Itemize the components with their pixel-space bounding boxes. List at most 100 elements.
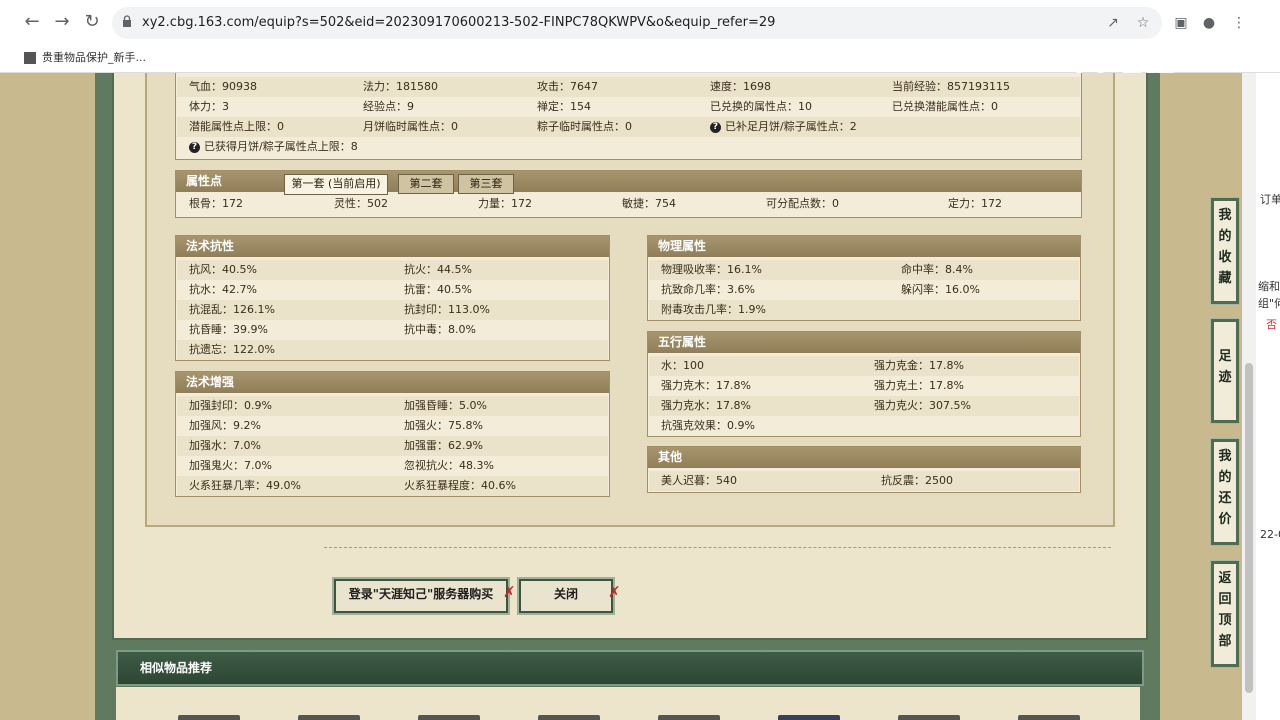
element-vs-fire: 强力克火：307.5%	[874, 399, 971, 412]
bookmark-favicon-icon	[24, 52, 36, 64]
physical-box: 物理属性 物理吸收率：16.1% 命中率：8.4% 抗致命几率：3.6% 躲闪率…	[647, 235, 1081, 321]
tab-set-3[interactable]: 第三套	[458, 174, 514, 194]
adjacent-window-strip: 订单 缩和 组"何 否 22-0	[1256, 73, 1280, 720]
help-icon[interactable]: ?	[189, 141, 200, 153]
menu-kebab-icon[interactable]: ⋮	[1230, 14, 1248, 32]
address-bar[interactable]: xy2.cbg.163.com/equip?s=502&eid=20230917…	[112, 7, 1162, 39]
recommend-title: 相似物品推荐	[140, 661, 213, 675]
element-row: 水：100 强力克金：17.8%	[649, 356, 1079, 376]
sidepanel-icon[interactable]: ▣	[1172, 14, 1190, 32]
my-favorites-button[interactable]: 我的收藏	[1211, 198, 1239, 304]
boost-ghost-fire: 加强鬼火：7.0%	[189, 459, 272, 472]
share-icon[interactable]: ↗	[1104, 14, 1122, 32]
recommend-item-thumb[interactable]	[298, 715, 360, 720]
basic-stats-box: 气血：90938 法力：181580 攻击：7647 速度：1698 当前经验：…	[175, 73, 1082, 160]
tab-set-1[interactable]: 第一套 (当前启用)	[284, 174, 388, 195]
recommend-item-thumb[interactable]	[538, 715, 600, 720]
attr-agility: 敏捷：754	[622, 197, 676, 210]
element-row: 强力克木：17.8% 强力克土：17.8%	[649, 376, 1079, 396]
recommend-header: 相似物品推荐	[116, 650, 1144, 686]
other-header: 其他	[648, 447, 1080, 468]
bookmark-item[interactable]: 贵重物品保护_新手...	[24, 49, 146, 65]
strip-text: 缩和	[1258, 280, 1280, 293]
element-water: 水：100	[661, 359, 704, 372]
strip-text: 22-0	[1260, 528, 1280, 541]
other-box: 其他 美人迟暮：540 抗反震：2500	[647, 446, 1081, 493]
lock-icon	[123, 15, 131, 27]
login-buy-button[interactable]: 登录"天涯知己"服务器购买	[334, 579, 508, 613]
phys-dodge: 躲闪率：16.0%	[901, 283, 980, 296]
recommend-item-thumb[interactable]	[778, 715, 840, 720]
boost-thunder: 加强雷：62.9%	[404, 439, 483, 452]
boost-seal: 加强封印：0.9%	[189, 399, 272, 412]
fire-crit-degree: 火系狂暴程度：40.6%	[404, 479, 516, 492]
five-elements-header: 五行属性	[648, 332, 1080, 353]
resist-poison: 抗中毒：8.0%	[404, 323, 476, 336]
recommend-item-thumb[interactable]	[178, 715, 240, 720]
attr-strength: 力量：172	[478, 197, 532, 210]
star-icon[interactable]: ☆	[1134, 14, 1152, 32]
element-vs-wood: 强力克木：17.8%	[661, 379, 751, 392]
resist-row: 抗混乱：126.1% 抗封印：113.0%	[177, 300, 608, 320]
boost-sleep: 加强昏睡：5.0%	[404, 399, 487, 412]
close-x-icon: ✗	[608, 583, 621, 601]
stats-row: 潜能属性点上限：0 月饼临时属性点：0 粽子临时属性点：0 ? 已补足月饼/粽子属…	[177, 117, 1080, 137]
reload-icon[interactable]: ↻	[82, 12, 102, 32]
bookmark-label: 贵重物品保护_新手...	[42, 51, 146, 64]
recommend-item-thumb[interactable]	[658, 715, 720, 720]
back-arrow-icon[interactable]: ←	[22, 12, 42, 32]
resist-water: 抗水：42.7%	[189, 283, 257, 296]
magic-resist-box: 法术抗性 抗风：40.5% 抗火：44.5% 抗水：42.7% 抗雷：40.5%…	[175, 235, 610, 361]
phys-poison: 附毒攻击几率：1.9%	[661, 303, 766, 316]
physical-row: 附毒攻击几率：1.9%	[649, 300, 1079, 320]
element-vs-water: 强力克水：17.8%	[661, 399, 751, 412]
attr-focus: 定力：172	[948, 197, 1002, 210]
resist-wind: 抗风：40.5%	[189, 263, 257, 276]
back-to-top-button[interactable]: 返回顶部	[1211, 561, 1239, 667]
attribute-values-row: 根骨：172 灵性：502 力量：172 敏捷：754 可分配点数：0 定力：1…	[177, 194, 1080, 214]
stat-stamina: 体力：3	[189, 100, 229, 113]
profile-icon[interactable]: ●	[1200, 14, 1218, 32]
footprint-button[interactable]: 足迹	[1211, 319, 1239, 423]
close-x-icon: ✗	[503, 583, 516, 601]
phys-hit: 命中率：8.4%	[901, 263, 973, 276]
recommend-list	[116, 687, 1140, 720]
magic-resist-header: 法术抗性	[176, 236, 609, 257]
attr-constitution: 根骨：172	[189, 197, 243, 210]
close-button[interactable]: 关闭	[519, 579, 613, 613]
recommend-item-thumb[interactable]	[418, 715, 480, 720]
stat-potential-cap: 潜能属性点上限：0	[189, 120, 284, 133]
resist-thunder: 抗雷：40.5%	[404, 283, 472, 296]
help-icon[interactable]: ?	[710, 121, 721, 133]
stat-exchanged: 已兑换的属性点：10	[710, 100, 812, 113]
recommend-item-thumb[interactable]	[898, 715, 960, 720]
recommend-item-thumb[interactable]	[1018, 715, 1080, 720]
strip-text: 组"何	[1258, 297, 1280, 310]
five-elements-box: 五行属性 水：100 强力克金：17.8% 强力克木：17.8% 强力克土：17…	[647, 331, 1081, 437]
stat-filled: ? 已补足月饼/粽子属性点：2	[710, 117, 857, 137]
resist-row: 抗风：40.5% 抗火：44.5%	[177, 260, 608, 280]
boost-row: 加强封印：0.9% 加强昏睡：5.0%	[177, 396, 608, 416]
stats-row: ? 已获得月饼/粽子属性点上限：8	[177, 137, 1080, 157]
stat-exp: 当前经验：857193115	[892, 80, 1010, 93]
boost-fire: 加强火：75.8%	[404, 419, 483, 432]
page-body: 气血：90938 法力：181580 攻击：7647 速度：1698 当前经验：…	[0, 73, 1280, 720]
page-scrollbar[interactable]	[1242, 73, 1256, 720]
strip-text: 订单	[1260, 193, 1280, 206]
scrollbar-thumb[interactable]	[1245, 363, 1253, 693]
resist-row: 抗昏睡：39.9% 抗中毒：8.0%	[177, 320, 608, 340]
my-offer-label: 我的还价	[1218, 449, 1232, 527]
fire-crit-rate: 火系狂暴几率：49.0%	[189, 479, 301, 492]
resist-sleep: 抗昏睡：39.9%	[189, 323, 268, 336]
my-offer-button[interactable]: 我的还价	[1211, 439, 1239, 545]
browser-toolbar: ← → ↻ xy2.cbg.163.com/equip?s=502&eid=20…	[0, 0, 1280, 44]
resist-fire: 抗火：44.5%	[404, 263, 472, 276]
attribute-points-box: 属性点 第一套 (当前启用) 第二套 第三套 根骨：172 灵性：502 力量：…	[175, 170, 1082, 218]
physical-row: 物理吸收率：16.1% 命中率：8.4%	[649, 260, 1079, 280]
tab-set-2[interactable]: 第二套	[398, 174, 454, 194]
boost-row: 加强鬼火：7.0% 忽视抗火：48.3%	[177, 456, 608, 476]
back-to-top-label: 返回顶部	[1218, 571, 1232, 649]
url-text: xy2.cbg.163.com/equip?s=502&eid=20230917…	[142, 15, 776, 30]
forward-arrow-icon[interactable]: →	[52, 12, 72, 32]
element-anti-counter: 抗强克效果：0.9%	[661, 419, 755, 432]
